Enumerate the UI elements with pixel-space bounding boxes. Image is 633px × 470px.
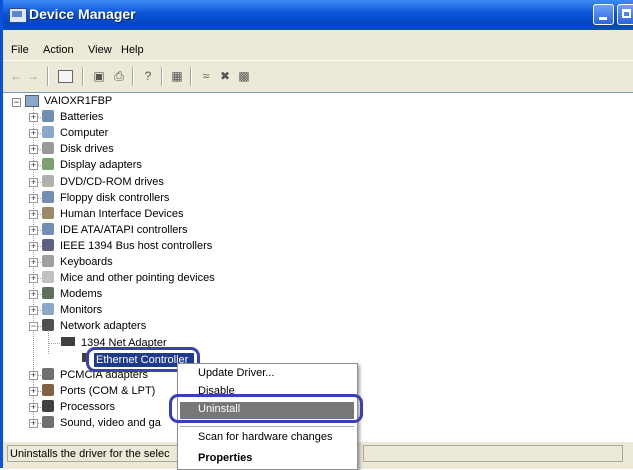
net-adapter-icon [61, 336, 75, 346]
expand-button[interactable]: + [29, 290, 38, 300]
expand-button[interactable]: + [29, 177, 38, 187]
uninstall-icon[interactable]: ✖ [217, 68, 233, 84]
computer-icon [42, 126, 54, 139]
tree-line [48, 329, 50, 354]
tree-branch [48, 342, 62, 345]
expand-button[interactable]: + [29, 161, 38, 171]
expand-button[interactable]: + [29, 193, 38, 203]
device-manager-icon [9, 8, 27, 23]
root-collapse-button[interactable]: − [12, 98, 21, 107]
disable-icon[interactable]: ▩ [236, 68, 252, 84]
tree-item-label[interactable]: Computer [60, 126, 108, 140]
tree-item-label[interactable]: Mice and other pointing devices [60, 271, 215, 285]
tree-item-label[interactable]: Modems [60, 287, 102, 301]
tree-item-label[interactable]: DVD/CD-ROM drives [60, 175, 164, 189]
tree-item-label[interactable]: Human Interface Devices [60, 207, 184, 221]
print-icon[interactable]: ⎙ [111, 68, 127, 84]
menu-update-driver[interactable]: Update Driver... [178, 365, 357, 383]
pcmcia-icon [42, 367, 54, 380]
tree-item-label[interactable]: IDE ATA/ATAPI controllers [60, 223, 188, 237]
ide-controller-icon [42, 222, 54, 235]
expand-button[interactable]: + [29, 145, 38, 155]
expand-button[interactable]: + [29, 306, 38, 316]
expand-button[interactable]: + [29, 386, 38, 396]
expand-button[interactable]: + [29, 113, 38, 123]
menu-help[interactable]: Help [121, 44, 144, 56]
sound-icon [42, 416, 54, 428]
tree-item-label[interactable]: Sound, video and ga [60, 416, 161, 430]
expand-button[interactable]: − [29, 322, 38, 332]
tree-item-label[interactable]: IEEE 1394 Bus host controllers [60, 239, 212, 253]
tree-item-label[interactable]: Floppy disk controllers [60, 191, 169, 205]
floppy-controller-icon [42, 190, 54, 203]
keyboard-icon [42, 255, 54, 267]
mouse-icon [42, 271, 54, 284]
expand-button[interactable]: + [29, 129, 38, 139]
status-pane: Uninstalls the driver for the selec [7, 445, 179, 462]
display-adapter-icon [42, 158, 54, 171]
forward-arrow-icon[interactable]: → [25, 68, 41, 84]
processor-icon [42, 399, 54, 412]
monitor-icon [42, 303, 54, 316]
expand-button[interactable]: + [29, 225, 38, 235]
scan-hardware-icon[interactable]: ▦ [169, 68, 185, 84]
dvd-drive-icon [42, 174, 54, 187]
tree-item-label[interactable]: Disk drives [60, 142, 114, 156]
expand-button[interactable]: + [29, 370, 38, 380]
title-bar[interactable]: Device Manager [3, 0, 633, 30]
expand-button[interactable]: + [29, 241, 38, 251]
tree-item-label[interactable]: Display adapters [60, 158, 142, 172]
battery-icon [42, 110, 54, 123]
expand-button[interactable]: + [29, 419, 38, 428]
minimize-button[interactable] [593, 4, 614, 25]
properties-icon[interactable]: ▣ [91, 68, 107, 84]
tree-item-label[interactable]: Monitors [60, 303, 102, 317]
expand-button[interactable]: + [29, 274, 38, 284]
menu-properties[interactable]: Properties [178, 450, 357, 468]
hid-icon [42, 206, 54, 219]
disk-drive-icon [42, 142, 54, 155]
show-hide-tree-icon[interactable] [58, 70, 73, 83]
menu-scan-hardware[interactable]: Scan for hardware changes [178, 429, 357, 447]
tree-item-label[interactable]: Processors [60, 400, 115, 414]
tree-item-label[interactable]: Batteries [60, 110, 103, 124]
status-text: Uninstalls the driver for the selec [10, 448, 170, 460]
maximize-button[interactable] [617, 4, 633, 25]
uninstall-highlight-circle [169, 394, 363, 423]
tree-item-label[interactable]: Keyboards [60, 255, 113, 269]
expand-button[interactable]: + [29, 209, 38, 219]
status-pane-secondary [363, 445, 623, 462]
menu-bar: File Action View Help [3, 38, 633, 60]
window-title: Device Manager [29, 6, 136, 22]
tree-item-label[interactable]: Ports (COM & LPT) [60, 384, 155, 398]
menu-view[interactable]: View [88, 44, 112, 56]
computer-root-icon [25, 95, 39, 107]
modem-icon [42, 287, 54, 300]
update-driver-icon[interactable]: ≈ [198, 68, 214, 84]
toolbar: ← → ▣ ⎙ ? ▦ ≈ ✖ ▩ [3, 60, 633, 91]
ethernet-controller-label[interactable]: Ethernet Controller [96, 353, 188, 367]
back-arrow-icon[interactable]: ← [8, 68, 24, 84]
ieee1394-icon [42, 238, 54, 251]
expand-button[interactable]: + [29, 258, 38, 267]
menu-action[interactable]: Action [43, 44, 74, 56]
help-icon[interactable]: ? [140, 68, 156, 84]
ports-icon [42, 383, 54, 396]
tree-item-label[interactable]: Network adapters [60, 319, 146, 333]
tree-root-label[interactable]: VAIOXR1FBP [44, 94, 112, 108]
menu-file[interactable]: File [11, 44, 29, 56]
expand-button[interactable]: + [29, 402, 38, 412]
